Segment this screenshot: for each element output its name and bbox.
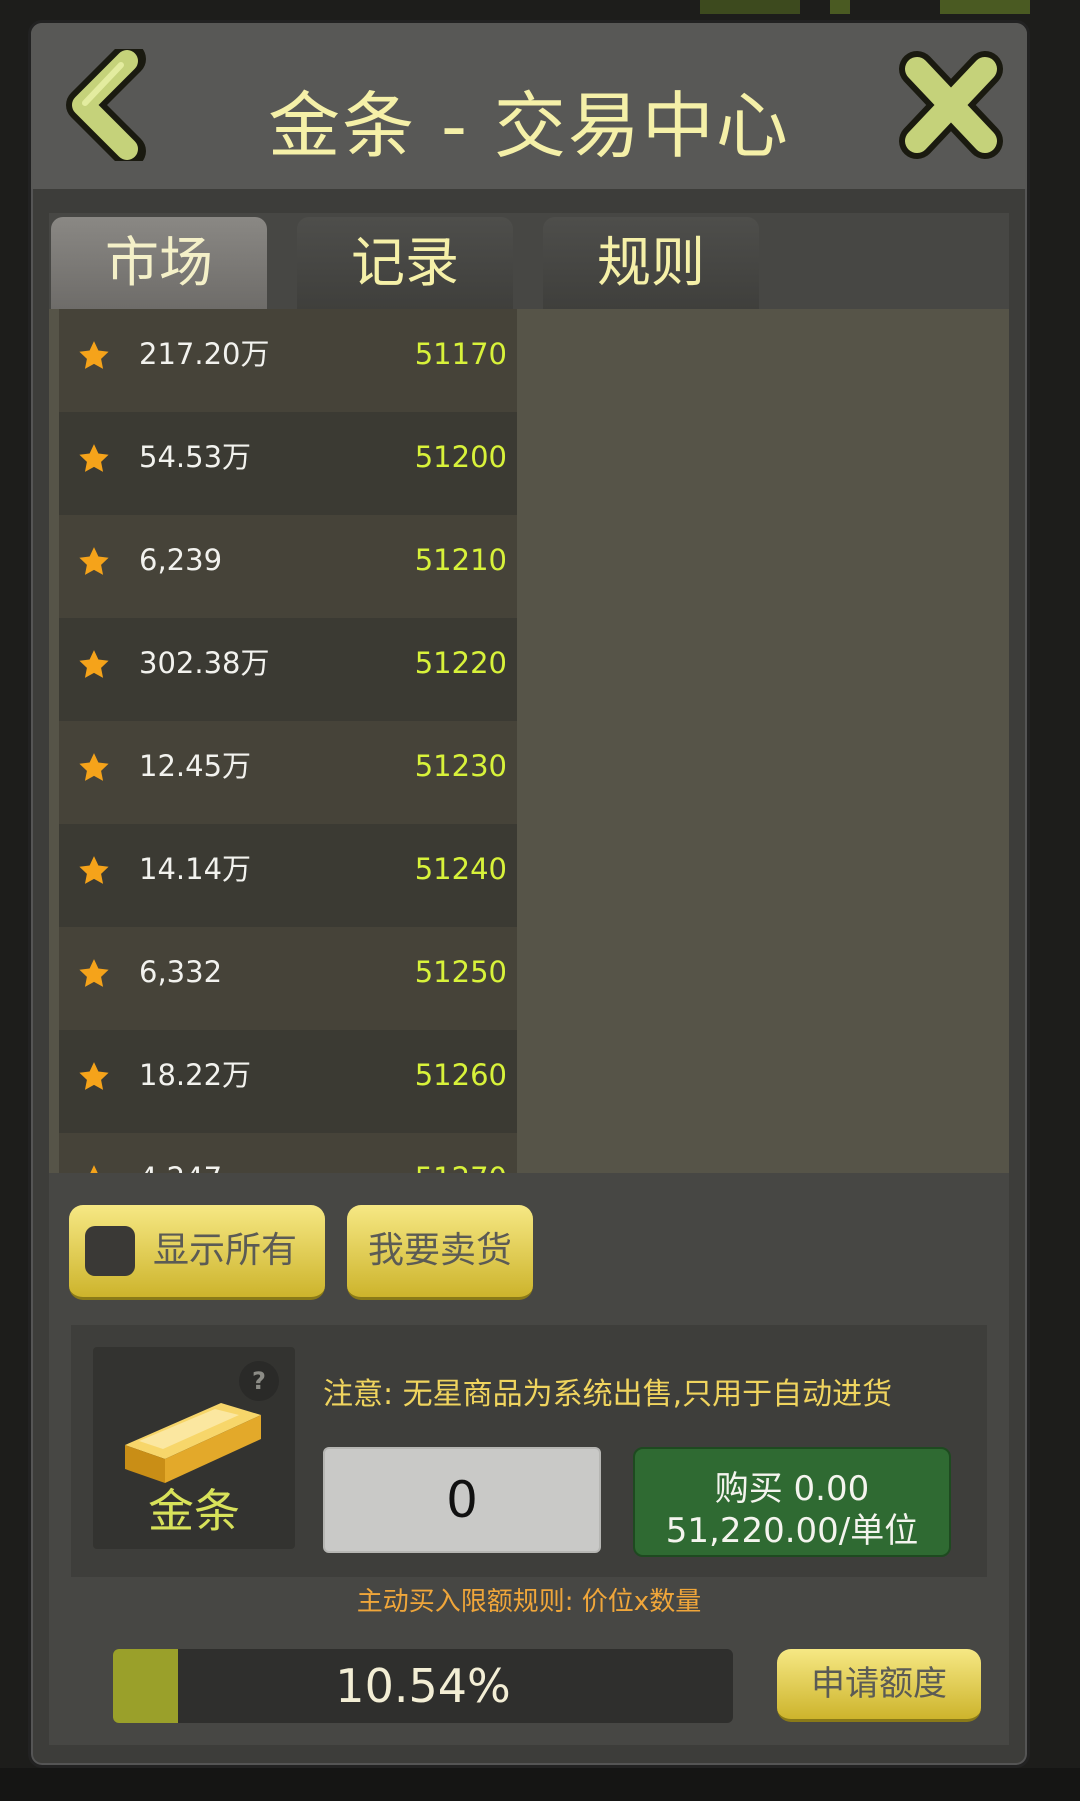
listing-list[interactable]: 217.20万 51170 54.53万 51200 6,239 51210 302.38万… xyxy=(59,309,517,1173)
show-all-toggle[interactable]: 显示所有 xyxy=(69,1205,325,1300)
tab-market[interactable]: 市场 xyxy=(51,217,267,309)
listing-price: 51270 xyxy=(415,1133,507,1173)
star-icon xyxy=(79,547,109,575)
tab-rules[interactable]: 规则 xyxy=(543,217,759,309)
show-all-label: 显示所有 xyxy=(153,1230,298,1271)
dialog-title: 金条 - 交易中心 xyxy=(268,84,790,168)
limit-rule-text: 主动买入限额规则: 价位x数量 xyxy=(356,1587,702,1617)
listing-quantity: 18.22万 xyxy=(139,1058,252,1092)
listing-row[interactable]: 4,247 51270 xyxy=(59,1133,517,1173)
listing-row[interactable]: 54.53万 51200 xyxy=(59,412,517,515)
listing-row[interactable]: 12.45万 51230 xyxy=(59,721,517,824)
listing-price: 51230 xyxy=(414,749,507,783)
listing-row[interactable]: 14.14万 51240 xyxy=(59,824,517,927)
dialog-content: 市场 记录 规则 217.20万 51170 54.53万 51200 6,239 512… xyxy=(49,213,1009,1745)
star-icon xyxy=(79,856,109,884)
star-icon xyxy=(79,753,109,781)
show-all-checkbox[interactable] xyxy=(85,1226,135,1276)
listing-price: 51260 xyxy=(414,1058,507,1092)
star-icon xyxy=(79,341,109,369)
buy-button[interactable]: 购买 0.00 51,220.00/单位 xyxy=(633,1447,951,1557)
background-scene xyxy=(830,0,850,14)
listing-quantity: 4,247 xyxy=(139,1133,222,1173)
listing-price: 51210 xyxy=(414,543,507,577)
listing-price: 51220 xyxy=(414,646,507,680)
notice-text: 注意: 无星商品为系统出售,只用于自动进货 xyxy=(323,1377,893,1412)
listing-row[interactable]: 6,239 51210 xyxy=(59,515,517,618)
listing-quantity: 6,239 xyxy=(139,543,223,577)
quantity-input[interactable]: 0 xyxy=(323,1447,601,1553)
listing-quantity: 54.53万 xyxy=(139,440,252,474)
listing-quantity: 6,332 xyxy=(139,955,223,989)
listing-row[interactable]: 6,332 51250 xyxy=(59,927,517,1030)
listing-row[interactable]: 217.20万 51170 xyxy=(59,309,517,412)
close-button[interactable] xyxy=(899,49,1003,161)
background-scene xyxy=(940,0,1030,14)
listing-quantity: 302.38万 xyxy=(139,646,270,680)
close-icon xyxy=(899,51,1003,159)
star-icon xyxy=(79,959,109,987)
listing-price: 51240 xyxy=(414,852,507,886)
market-listing-area[interactable]: 217.20万 51170 54.53万 51200 6,239 51210 302.38万… xyxy=(49,309,1009,1173)
sell-goods-button[interactable]: 我要卖货 xyxy=(347,1205,533,1300)
star-icon xyxy=(79,1062,109,1090)
apply-quota-button[interactable]: 申请额度 xyxy=(777,1649,981,1722)
tab-records[interactable]: 记录 xyxy=(297,217,513,309)
item-card: ? 金条 xyxy=(93,1347,295,1549)
listing-price: 51250 xyxy=(414,955,507,989)
star-icon xyxy=(79,650,109,678)
listing-quantity: 12.45万 xyxy=(139,749,252,783)
unit-price-text: 51,220.00/单位 xyxy=(665,1511,919,1551)
background-scene xyxy=(0,1768,1080,1801)
listing-price: 51200 xyxy=(414,440,507,474)
purchase-panel: ? 金条 注意: 无星商品为系统出售,只用于自动进货 0 购买 0.00 51,… xyxy=(71,1325,987,1577)
star-icon xyxy=(79,444,109,472)
background-scene xyxy=(700,0,800,14)
listing-row[interactable]: 302.38万 51220 xyxy=(59,618,517,721)
progress-percent: 10.54% xyxy=(335,1659,511,1713)
item-name: 金条 xyxy=(148,1484,240,1538)
star-icon xyxy=(90,1165,98,1173)
limit-progress-bar: 10.54% xyxy=(113,1649,733,1723)
help-icon[interactable]: ? xyxy=(239,1361,279,1401)
trading-center-dialog: 金条 - 交易中心 市场 记录 规则 217.20万 51170 54.53万 512… xyxy=(28,20,1030,1768)
listing-quantity: 217.20万 xyxy=(139,337,270,371)
listing-price: 51170 xyxy=(414,337,507,371)
listing-row[interactable]: 18.22万 51260 xyxy=(59,1030,517,1133)
dialog-header: 金条 - 交易中心 xyxy=(31,23,1027,189)
listing-quantity: 14.14万 xyxy=(139,852,252,886)
